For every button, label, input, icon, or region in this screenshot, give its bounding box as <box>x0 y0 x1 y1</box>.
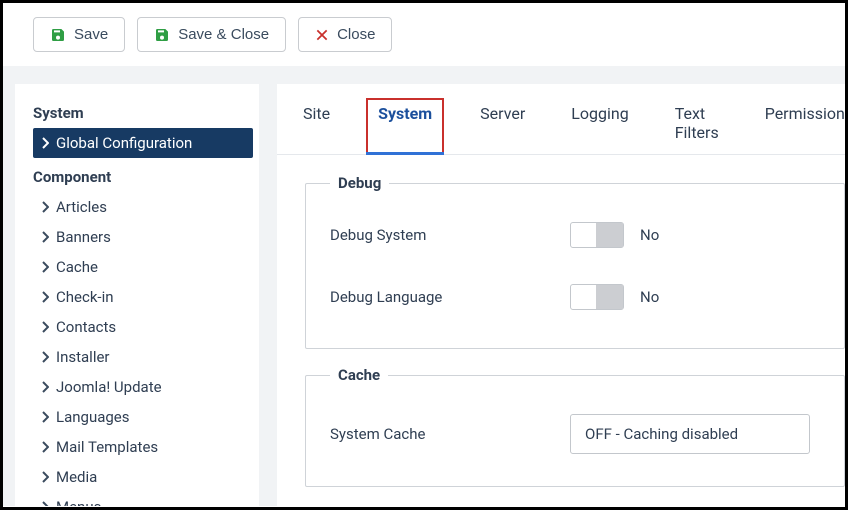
sidebar-heading-system: System <box>33 104 253 122</box>
chevron-right-icon <box>41 231 51 243</box>
toggle-state-debug-language: No <box>640 288 659 306</box>
sidebar-item-installer[interactable]: Installer <box>33 342 253 372</box>
save-button[interactable]: Save <box>33 17 125 52</box>
sidebar-item-check-in[interactable]: Check-in <box>33 282 253 312</box>
sidebar-item-banners[interactable]: Banners <box>33 222 253 252</box>
tab-system[interactable]: System <box>366 98 444 154</box>
sidebar-item-label: Installer <box>56 348 110 366</box>
sidebar-item-label: Menus <box>56 498 101 506</box>
tab-label: Permissions <box>765 104 845 123</box>
close-button[interactable]: Close <box>298 17 392 52</box>
close-label: Close <box>337 26 375 43</box>
tab-label: Logging <box>571 104 628 123</box>
chevron-right-icon <box>41 291 51 303</box>
sidebar-item-mail-templates[interactable]: Mail Templates <box>33 432 253 462</box>
toggle-state-debug-system: No <box>640 226 659 244</box>
label-debug-system: Debug System <box>330 226 570 244</box>
sidebar-item-cache[interactable]: Cache <box>33 252 253 282</box>
sidebar-item-media[interactable]: Media <box>33 462 253 492</box>
tab-logging[interactable]: Logging <box>561 98 638 154</box>
panel-area: Debug Debug System No Debug Language <box>277 155 845 487</box>
save-label: Save <box>74 26 108 43</box>
debug-fieldset: Debug Debug System No Debug Language <box>305 183 845 349</box>
save-icon <box>154 27 170 43</box>
sidebar-item-label: Joomla! Update <box>56 378 162 396</box>
tab-bar: Site System Server Logging Text Filters … <box>277 84 845 155</box>
sidebar-item-menus[interactable]: Menus <box>33 492 253 506</box>
debug-legend: Debug <box>330 174 389 192</box>
cache-legend: Cache <box>330 366 388 384</box>
select-system-cache[interactable]: OFF - Caching disabled <box>570 414 810 454</box>
chevron-right-icon <box>41 321 51 333</box>
tab-label: Text Filters <box>675 104 719 142</box>
row-system-cache: System Cache OFF - Caching disabled <box>330 402 844 466</box>
toggle-wrap: No <box>570 222 659 248</box>
tab-label: System <box>378 104 432 123</box>
sidebar-item-label: Global Configuration <box>56 134 192 152</box>
toggle-debug-language[interactable] <box>570 284 624 310</box>
sidebar-item-label: Cache <box>56 258 98 276</box>
sidebar: System Global Configuration Component Ar… <box>15 84 259 506</box>
row-debug-system: Debug System No <box>330 210 844 260</box>
sidebar-item-articles[interactable]: Articles <box>33 192 253 222</box>
toolbar: Save Save & Close Close <box>3 3 845 66</box>
chevron-right-icon <box>41 441 51 453</box>
sidebar-item-global-configuration[interactable]: Global Configuration <box>33 128 253 158</box>
tab-label: Site <box>303 104 330 123</box>
sidebar-item-label: Languages <box>56 408 130 426</box>
row-debug-language: Debug Language No <box>330 260 844 322</box>
chevron-right-icon <box>41 201 51 213</box>
tab-server[interactable]: Server <box>470 98 535 154</box>
toggle-debug-system[interactable] <box>570 222 624 248</box>
tab-text-filters[interactable]: Text Filters <box>665 98 729 154</box>
save-close-label: Save & Close <box>178 26 269 43</box>
select-value: OFF - Caching disabled <box>585 425 738 443</box>
content: Site System Server Logging Text Filters … <box>277 84 845 506</box>
tab-label: Server <box>480 104 525 123</box>
tab-site[interactable]: Site <box>293 98 340 154</box>
sidebar-item-contacts[interactable]: Contacts <box>33 312 253 342</box>
cache-fieldset: Cache System Cache OFF - Caching disable… <box>305 375 845 487</box>
tab-permissions[interactable]: Permissions <box>755 98 845 154</box>
sidebar-item-label: Banners <box>56 228 111 246</box>
chevron-right-icon <box>41 351 51 363</box>
save-close-button[interactable]: Save & Close <box>137 17 286 52</box>
label-system-cache: System Cache <box>330 425 570 443</box>
sidebar-item-joomla-update[interactable]: Joomla! Update <box>33 372 253 402</box>
sidebar-item-label: Mail Templates <box>56 438 158 456</box>
sidebar-item-languages[interactable]: Languages <box>33 402 253 432</box>
chevron-right-icon <box>41 261 51 273</box>
toggle-knob <box>596 223 623 247</box>
sidebar-heading-component: Component <box>33 168 253 186</box>
chevron-right-icon <box>41 471 51 483</box>
toggle-wrap: No <box>570 284 659 310</box>
sidebar-item-label: Articles <box>56 198 107 216</box>
chevron-right-icon <box>41 501 51 506</box>
close-icon <box>315 28 329 42</box>
sidebar-item-label: Media <box>56 468 97 486</box>
chevron-right-icon <box>41 411 51 423</box>
save-icon <box>50 27 66 43</box>
chevron-right-icon <box>41 381 51 393</box>
toggle-knob <box>596 285 623 309</box>
chevron-right-icon <box>41 137 51 149</box>
sidebar-item-label: Contacts <box>56 318 116 336</box>
sidebar-item-label: Check-in <box>56 288 114 306</box>
page-body: System Global Configuration Component Ar… <box>3 66 845 506</box>
label-debug-language: Debug Language <box>330 288 570 306</box>
